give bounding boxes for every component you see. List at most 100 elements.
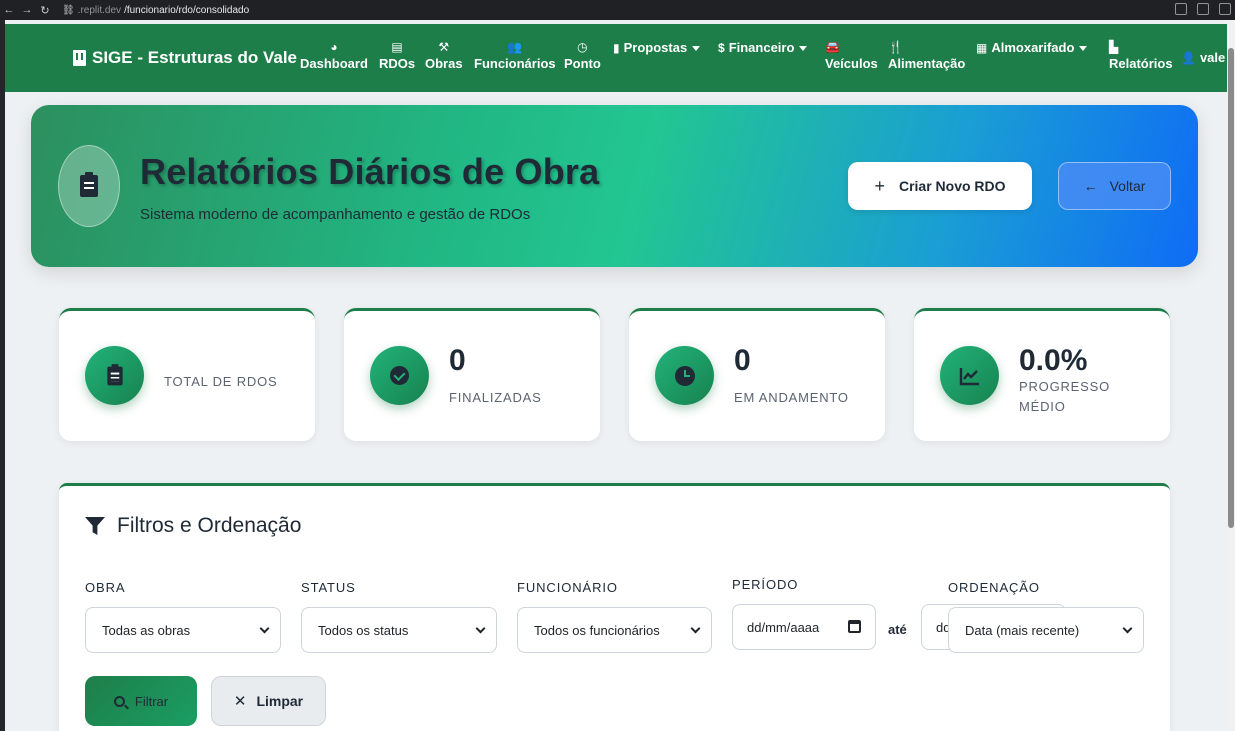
page-header-banner: Relatórios Diários de Obra Sistema moder… xyxy=(31,105,1198,267)
url-host: .replit.dev xyxy=(77,4,122,16)
nav-label: RDOs xyxy=(379,56,416,71)
nav-alimentacao[interactable]: 🍴 Alimentação xyxy=(888,40,965,71)
forward-arrow-icon[interactable]: → xyxy=(18,4,36,16)
funcionario-select[interactable]: Todos os funcionários xyxy=(517,607,712,653)
stat-icon-badge xyxy=(85,346,144,405)
page-title: Relatórios Diários de Obra xyxy=(140,151,600,192)
chevron-down-icon xyxy=(259,623,270,634)
stat-card-total: TOTAL DE RDOS xyxy=(59,308,315,441)
stat-card-progresso: 0.0% PROGRESSO MÉDIO xyxy=(914,308,1170,441)
funcionario-label: FUNCIONÁRIO xyxy=(517,580,618,595)
nav-label: Relatórios xyxy=(1109,56,1173,71)
nav-rdos[interactable]: ▤ RDOs xyxy=(379,40,415,71)
chevron-down-icon xyxy=(690,623,701,634)
nav-relatorios[interactable]: ▙ Relatórios xyxy=(1109,40,1173,71)
stat-value: 0 xyxy=(449,344,466,377)
stat-card-finalizadas: 0 FINALIZADAS xyxy=(344,308,600,441)
nav-funcionarios[interactable]: 👥 Funcionários xyxy=(474,40,556,71)
back-button[interactable]: ← Voltar xyxy=(1058,162,1171,210)
top-navbar: SIGE - Estruturas do Vale ◕ Dashboard ▤ … xyxy=(5,24,1227,92)
stat-value: 0.0% xyxy=(1019,344,1088,377)
plus-icon: + xyxy=(874,175,885,196)
clipboard-icon: ▤ xyxy=(391,40,403,54)
back-label: Voltar xyxy=(1109,178,1146,194)
arrow-left-icon: ← xyxy=(1083,178,1098,194)
obra-label: OBRA xyxy=(85,580,126,595)
clear-button[interactable]: ✕ Limpar xyxy=(211,676,326,726)
file-icon: ▮ xyxy=(613,41,620,55)
obra-select[interactable]: Todas as obras xyxy=(85,607,281,653)
chart-icon: ▙ xyxy=(1109,40,1119,54)
nav-label: Propostas xyxy=(623,40,688,55)
gauge-icon: ◕ xyxy=(330,40,338,54)
stat-label: TOTAL DE RDOS xyxy=(164,374,278,389)
status-label: STATUS xyxy=(301,580,356,595)
nav-label: Obras xyxy=(425,56,463,71)
nav-label: Financeiro xyxy=(728,40,795,55)
stat-icon-badge xyxy=(655,346,714,405)
devices-icon[interactable] xyxy=(1175,3,1187,15)
filters-heading: Filtros e Ordenação xyxy=(85,514,301,538)
nav-label: Almoxarifado xyxy=(991,40,1075,55)
user-icon: 👤 xyxy=(1181,51,1196,65)
nav-label: Alimentação xyxy=(888,56,966,71)
stat-label: EM ANDAMENTO xyxy=(734,390,849,405)
brand-name: SIGE - Estruturas do Vale xyxy=(92,48,298,67)
stat-card-em-andamento: 0 EM ANDAMENTO xyxy=(629,308,885,441)
clear-button-label: Limpar xyxy=(256,693,304,709)
date-from-input[interactable]: dd/mm/aaaa xyxy=(732,604,876,650)
status-select-value: Todos os status xyxy=(318,622,409,638)
caret-down-icon xyxy=(692,46,701,52)
window-edge xyxy=(0,20,5,731)
chart-line-icon xyxy=(959,367,979,385)
open-external-icon[interactable] xyxy=(1219,3,1231,15)
close-icon: ✕ xyxy=(233,693,247,710)
filter-button[interactable]: Filtrar xyxy=(85,676,197,726)
nav-financeiro-dropdown[interactable]: $ Financeiro xyxy=(718,40,808,57)
nav-obras[interactable]: ⚒ Obras xyxy=(425,40,463,71)
scrollbar-thumb[interactable] xyxy=(1228,48,1234,528)
hammer-icon: ⚒ xyxy=(438,40,450,54)
nav-ponto[interactable]: ◷ Ponto xyxy=(564,40,601,71)
status-select[interactable]: Todos os status xyxy=(301,607,497,653)
users-icon: 👥 xyxy=(507,40,523,54)
tools-icon[interactable] xyxy=(1197,3,1209,15)
chevron-down-icon xyxy=(475,623,486,634)
funcionario-select-value: Todos os funcionários xyxy=(534,622,660,638)
stat-label: PROGRESSO MÉDIO xyxy=(1019,379,1110,414)
date-from-placeholder: dd/mm/aaaa xyxy=(747,619,820,635)
browser-toolbar: ← → ↻ ⛓ .replit.dev/funcionario/rdo/cons… xyxy=(0,0,1235,20)
utensils-icon: 🍴 xyxy=(888,40,903,54)
nav-almoxarifado-dropdown[interactable]: ▦ Almoxarifado xyxy=(976,40,1088,57)
clock-icon xyxy=(674,365,695,386)
nav-dashboard[interactable]: ◕ Dashboard xyxy=(300,40,368,71)
brand-link[interactable]: SIGE - Estruturas do Vale xyxy=(73,48,297,68)
page-subtitle: Sistema moderno de acompanhamento e gest… xyxy=(140,206,531,223)
obra-select-value: Todas as obras xyxy=(102,622,191,638)
nav-user-menu[interactable]: 👤 vale xyxy=(1181,50,1225,67)
reload-icon[interactable]: ↻ xyxy=(36,4,54,17)
search-icon xyxy=(113,695,125,707)
back-arrow-icon[interactable]: ← xyxy=(0,4,18,16)
caret-down-icon xyxy=(1079,46,1088,52)
nav-label: Dashboard xyxy=(300,56,368,71)
header-icon-badge xyxy=(58,145,120,227)
stat-value: 0 xyxy=(734,344,751,377)
page-scrollbar[interactable] xyxy=(1227,20,1235,731)
boxes-icon: ▦ xyxy=(976,41,988,55)
address-bar[interactable]: ⛓ .replit.dev/funcionario/rdo/consolidad… xyxy=(62,5,249,16)
filters-panel: Filtros e Ordenação OBRA Todas as obras … xyxy=(59,483,1170,731)
clipboard-list-icon xyxy=(80,172,98,197)
filter-button-label: Filtrar xyxy=(134,693,169,709)
stat-icon-badge xyxy=(940,346,999,405)
create-rdo-button[interactable]: + Criar Novo RDO xyxy=(848,162,1032,210)
nav-label: Ponto xyxy=(564,56,601,71)
stat-icon-badge xyxy=(370,346,429,405)
building-icon xyxy=(73,50,86,66)
nav-veiculos[interactable]: 🚘 Veículos xyxy=(825,40,878,71)
stat-label: FINALIZADAS xyxy=(449,390,542,405)
calendar-icon[interactable] xyxy=(848,620,861,633)
ordenacao-select[interactable]: Data (mais recente) xyxy=(948,607,1144,653)
nav-propostas-dropdown[interactable]: ▮ Propostas xyxy=(613,40,701,57)
url-path: /funcionario/rdo/consolidado xyxy=(124,4,250,16)
